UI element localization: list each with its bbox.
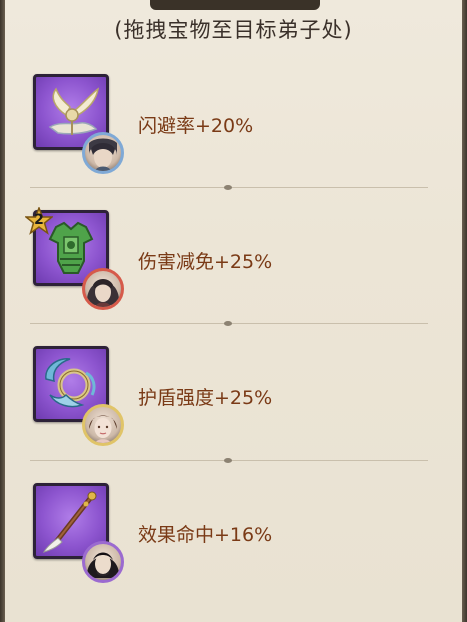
panel-right-edge xyxy=(462,0,467,622)
treasure-stat-2: 伤害减免+25% xyxy=(138,251,273,273)
divider-ornament xyxy=(224,185,232,190)
avatar-portrait-icon xyxy=(89,415,117,443)
star-level-badge: 2 xyxy=(23,205,55,235)
avatar-portrait-icon xyxy=(86,552,120,578)
treasure-stat-4: 效果命中+16% xyxy=(138,524,273,546)
disciple-avatar-4[interactable] xyxy=(82,541,124,583)
instruction-subtitle: (拖拽宝物至目标弟子处) xyxy=(114,18,353,42)
panel-left-edge xyxy=(0,0,5,622)
treasure-stat-1: 闪避率+20% xyxy=(138,115,254,137)
title-banner-strip xyxy=(150,0,320,10)
star-level-number: 2 xyxy=(34,212,44,228)
divider-ornament xyxy=(224,321,232,326)
disciple-avatar-1[interactable] xyxy=(82,132,124,174)
avatar-portrait-icon xyxy=(89,138,117,171)
treasure-stat-3: 护盾强度+25% xyxy=(138,387,273,409)
divider-ornament xyxy=(224,458,232,463)
treasure-panel: (拖拽宝物至目标弟子处) 闪避率+20% 2 伤害减免+25% 护盾强度+25%… xyxy=(0,0,467,622)
disciple-avatar-2[interactable] xyxy=(82,268,124,310)
disciple-avatar-3[interactable] xyxy=(82,404,124,446)
avatar-portrait-icon xyxy=(87,279,119,307)
